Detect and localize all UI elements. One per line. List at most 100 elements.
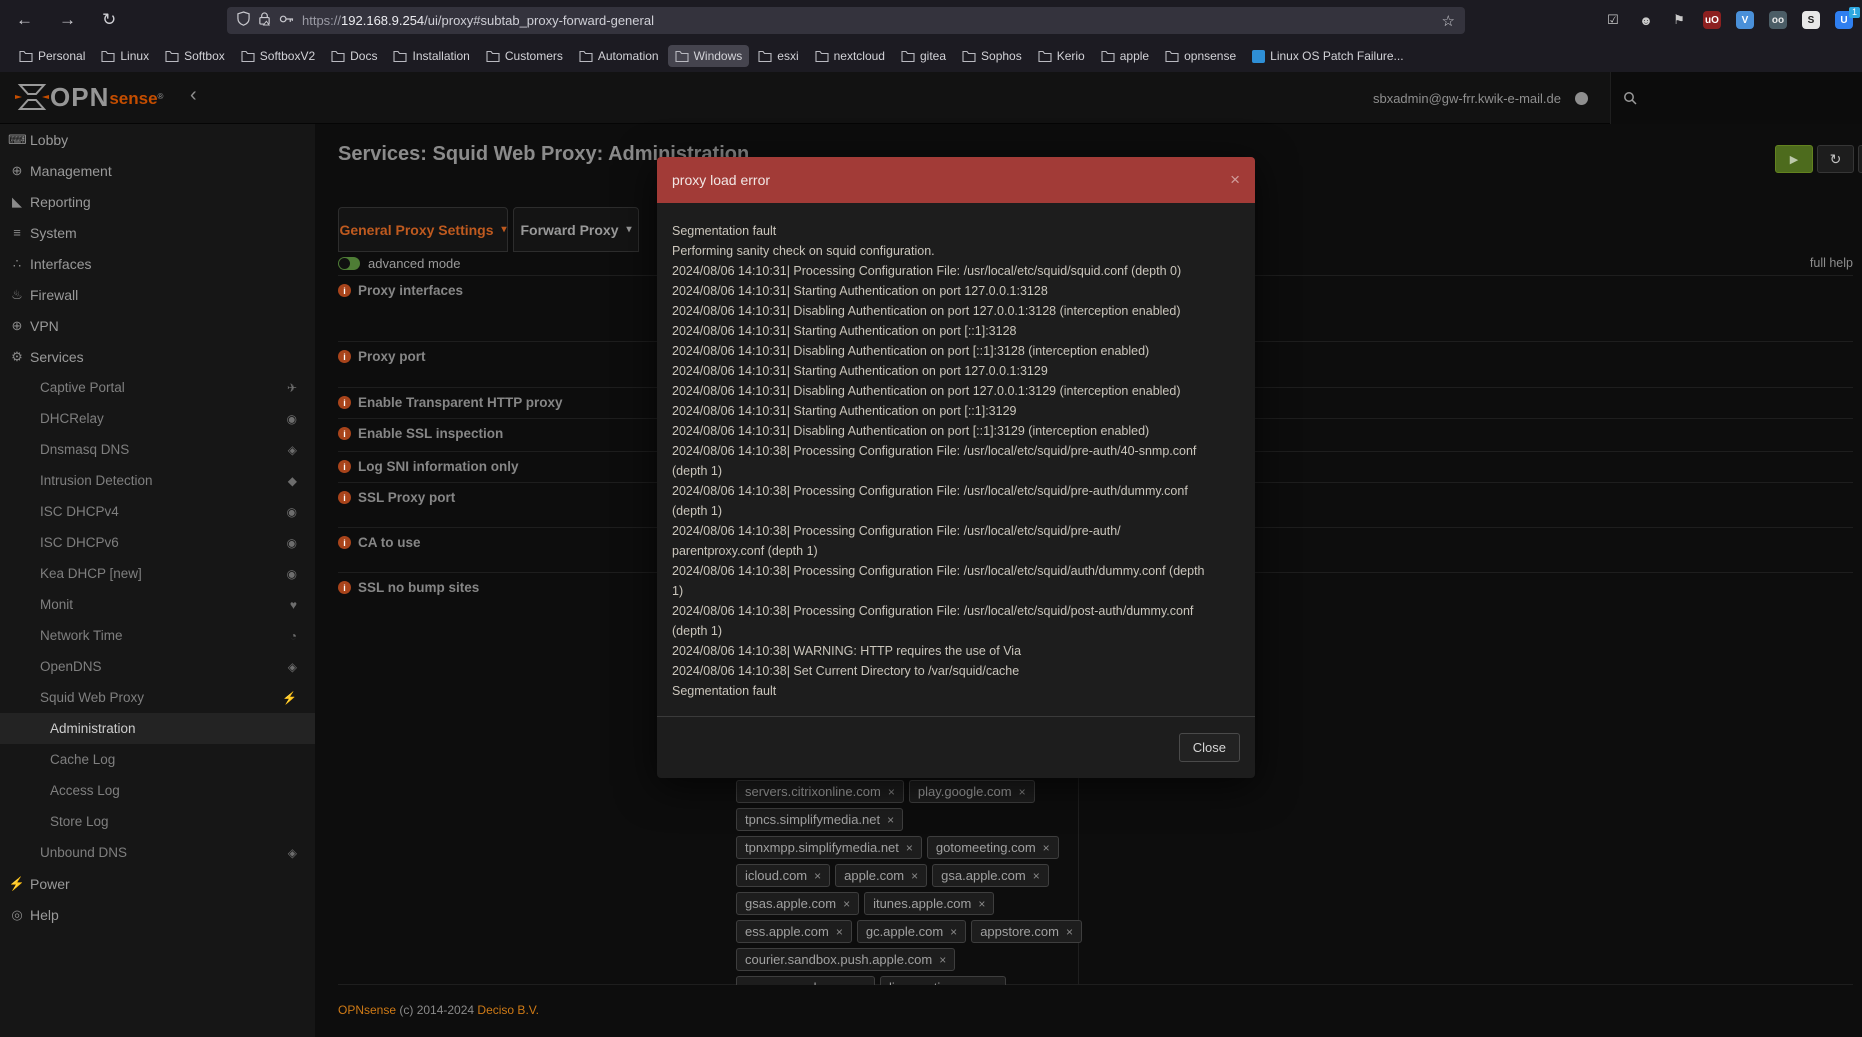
chip-remove-icon[interactable]: × xyxy=(1066,925,1073,939)
sidebar-item-management[interactable]: ⊕Management xyxy=(0,155,315,186)
info-icon[interactable]: i xyxy=(338,427,351,440)
monkey-extension-icon[interactable]: oo xyxy=(1768,10,1788,30)
footer-opnsense-link[interactable]: OPNsense xyxy=(338,1003,396,1017)
domain-chip-servers-citrixonline-com[interactable]: servers.citrixonline.com× xyxy=(736,780,904,803)
sidebar-item-firewall[interactable]: ♨Firewall xyxy=(0,279,315,310)
sidebar-item-cache-log[interactable]: Cache Log xyxy=(0,744,315,775)
sidebar-item-vpn[interactable]: ⊕VPN xyxy=(0,310,315,341)
domain-chip-appstore-com[interactable]: appstore.com× xyxy=(971,920,1082,943)
sidebar-item-services[interactable]: ⚙Services xyxy=(0,341,315,372)
bookmark-item-automation[interactable]: Automation xyxy=(572,45,666,67)
chip-remove-icon[interactable]: × xyxy=(814,869,821,883)
domain-chip-gsa-apple-com[interactable]: gsa.apple.com× xyxy=(932,864,1049,887)
close-icon[interactable]: × xyxy=(1230,170,1240,190)
search-input[interactable] xyxy=(1645,90,1862,107)
domain-chip-gotomeeting-com[interactable]: gotomeeting.com× xyxy=(927,836,1059,859)
chip-remove-icon[interactable]: × xyxy=(950,925,957,939)
apply-button[interactable]: ▶ xyxy=(1775,145,1813,173)
url-bar[interactable]: https://192.168.9.254/ui/proxy#subtab_pr… xyxy=(227,7,1465,34)
opnsense-logo[interactable]: OPNsense® xyxy=(14,82,163,112)
chip-remove-icon[interactable]: × xyxy=(1043,841,1050,855)
bookmark-item-nextcloud[interactable]: nextcloud xyxy=(808,45,892,67)
lock-warning-icon[interactable] xyxy=(258,11,271,31)
sidebar-item-power[interactable]: ⚡Power xyxy=(0,868,315,899)
reload-icon[interactable]: ↻ xyxy=(102,10,116,30)
bookmark-item-kerio[interactable]: Kerio xyxy=(1031,45,1092,67)
domain-chip-apple-com[interactable]: apple.com× xyxy=(835,864,927,887)
sidebar-item-opendns[interactable]: OpenDNS◈ xyxy=(0,651,315,682)
refresh-button[interactable]: ↻ xyxy=(1817,145,1854,173)
tab-general-proxy-settings[interactable]: General Proxy Settings▾ xyxy=(338,207,508,252)
sidebar-item-captive-portal[interactable]: Captive Portal✈ xyxy=(0,372,315,403)
s-extension-icon[interactable]: S xyxy=(1801,10,1821,30)
sidebar-item-lobby[interactable]: ⌨Lobby xyxy=(0,124,315,155)
domain-chip-ess-apple-com[interactable]: ess.apple.com× xyxy=(736,920,852,943)
chip-remove-icon[interactable]: × xyxy=(978,897,985,911)
sidebar-item-dhcrelay[interactable]: DHCRelay◉ xyxy=(0,403,315,434)
sidebar-item-kea-dhcp-new[interactable]: Kea DHCP [new]◉ xyxy=(0,558,315,589)
domain-chip-gc-apple-com[interactable]: gc.apple.com× xyxy=(857,920,966,943)
shield-icon[interactable] xyxy=(237,11,250,31)
bookmark-item-linux-os-patch-failure[interactable]: Linux OS Patch Failure... xyxy=(1245,45,1410,67)
domain-chip-itunes-apple-com[interactable]: itunes.apple.com× xyxy=(864,892,994,915)
domain-chip-tpncs-simplifymedia-net[interactable]: tpncs.simplifymedia.net× xyxy=(736,808,903,831)
bookmark-star-icon[interactable]: ☆ xyxy=(1442,12,1455,30)
chip-remove-icon[interactable]: × xyxy=(990,981,997,986)
bookmark-item-sophos[interactable]: Sophos xyxy=(955,45,1029,67)
chip-remove-icon[interactable]: × xyxy=(836,925,843,939)
sidebar-item-interfaces[interactable]: ∴Interfaces xyxy=(0,248,315,279)
domain-chip-tpnxmpp-simplifymedia-net[interactable]: tpnxmpp.simplifymedia.net× xyxy=(736,836,922,859)
sidebar-item-network-time[interactable]: Network Time◔ xyxy=(0,620,315,651)
chip-remove-icon[interactable]: × xyxy=(1033,869,1040,883)
clipped-button[interactable] xyxy=(1858,145,1862,173)
bookmark-item-installation[interactable]: Installation xyxy=(386,45,476,67)
shield-check-extension-icon[interactable]: ☑ xyxy=(1603,10,1623,30)
bookmark-item-softbox[interactable]: Softbox xyxy=(158,45,232,67)
bookmark-item-opnsense[interactable]: opnsense xyxy=(1158,45,1243,67)
sidebar-item-access-log[interactable]: Access Log xyxy=(0,775,315,806)
chip-remove-icon[interactable]: × xyxy=(1019,785,1026,799)
sidebar-item-system[interactable]: ≡System xyxy=(0,217,315,248)
sidebar-item-store-log[interactable]: Store Log xyxy=(0,806,315,837)
sidebar-item-help[interactable]: ◎Help xyxy=(0,899,315,930)
info-icon[interactable]: i xyxy=(338,581,351,594)
domain-chip-play-google-com[interactable]: play.google.com× xyxy=(909,780,1035,803)
chip-remove-icon[interactable]: × xyxy=(888,785,895,799)
flag-extension-icon[interactable]: ⚑ xyxy=(1669,10,1689,30)
bookmark-item-esxi[interactable]: esxi xyxy=(751,45,805,67)
key-icon[interactable] xyxy=(279,12,294,30)
sidebar-item-intrusion-detection[interactable]: Intrusion Detection◆ xyxy=(0,465,315,496)
info-icon[interactable]: i xyxy=(338,396,351,409)
sidebar-item-administration[interactable]: Administration xyxy=(0,713,315,744)
sidebar-item-isc-dhcpv4[interactable]: ISC DHCPv4◉ xyxy=(0,496,315,527)
chip-remove-icon[interactable]: × xyxy=(939,953,946,967)
ublock-extension-icon[interactable]: uO xyxy=(1702,10,1722,30)
forward-icon[interactable]: → xyxy=(59,10,76,30)
chip-remove-icon[interactable]: × xyxy=(887,813,894,827)
chip-remove-icon[interactable]: × xyxy=(843,897,850,911)
sidebar-item-isc-dhcpv6[interactable]: ISC DHCPv6◉ xyxy=(0,527,315,558)
bookmark-item-softboxv2[interactable]: SoftboxV2 xyxy=(234,45,322,67)
bookmark-item-personal[interactable]: Personal xyxy=(12,45,92,67)
chip-remove-icon[interactable]: × xyxy=(859,981,866,986)
bookmark-item-docs[interactable]: Docs xyxy=(324,45,384,67)
bookmark-item-windows[interactable]: Windows xyxy=(668,45,750,67)
sidebar-item-unbound-dns[interactable]: Unbound DNS◈ xyxy=(0,837,315,868)
chip-remove-icon[interactable]: × xyxy=(906,841,913,855)
bookmark-item-customers[interactable]: Customers xyxy=(479,45,570,67)
sidebar-collapse-icon[interactable]: ‹ xyxy=(190,84,197,107)
close-button[interactable]: Close xyxy=(1179,733,1240,762)
domain-chip-swscan-apple-com[interactable]: swscan.apple.com× xyxy=(736,976,875,985)
domain-chip-icloud-com[interactable]: icloud.com× xyxy=(736,864,830,887)
bookmark-item-linux[interactable]: Linux xyxy=(94,45,156,67)
advanced-mode-toggle[interactable] xyxy=(338,257,360,270)
sidebar-item-monit[interactable]: Monit♥ xyxy=(0,589,315,620)
info-icon[interactable]: i xyxy=(338,284,351,297)
info-icon[interactable]: i xyxy=(338,491,351,504)
v-extension-icon[interactable]: V xyxy=(1735,10,1755,30)
password-extension-icon[interactable]: U1 xyxy=(1834,10,1854,30)
domain-chip-gsas-apple-com[interactable]: gsas.apple.com× xyxy=(736,892,859,915)
domain-chip-courier-sandbox-push-apple-com[interactable]: courier.sandbox.push.apple.com× xyxy=(736,948,955,971)
tab-forward-proxy[interactable]: Forward Proxy▾ xyxy=(513,207,639,252)
bookmark-item-apple[interactable]: apple xyxy=(1094,45,1156,67)
